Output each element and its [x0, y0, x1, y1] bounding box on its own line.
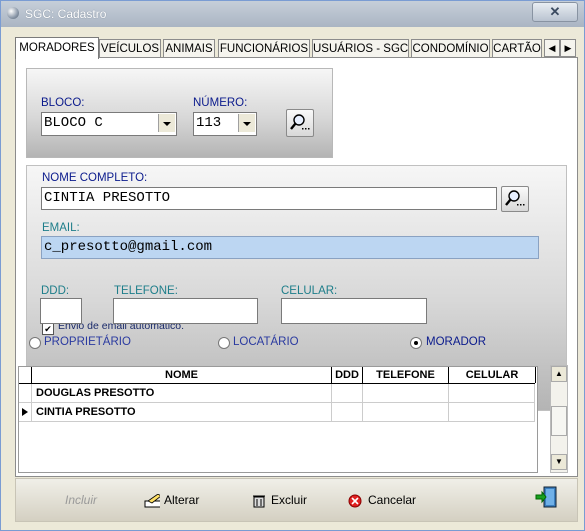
- radio-proprietario-label[interactable]: PROPRIETÁRIO: [44, 336, 131, 348]
- numero-value: 113: [196, 115, 222, 131]
- col-ddd[interactable]: DDD: [332, 367, 363, 383]
- col-telefone[interactable]: TELEFONE: [363, 367, 449, 383]
- grid-scrollbar[interactable]: ▲ ▼: [550, 365, 568, 473]
- numero-select[interactable]: 113: [193, 112, 257, 136]
- table-row[interactable]: CINTIA PRESOTTO: [19, 403, 535, 422]
- bloco-value: BLOCO C: [44, 115, 103, 131]
- incluir-label: Incluir: [65, 493, 98, 507]
- nome-value: CINTIA PRESOTTO: [44, 190, 171, 206]
- edit-icon: [144, 493, 160, 508]
- cell-celular[interactable]: [449, 384, 535, 402]
- incluir-button[interactable]: Incluir: [65, 489, 97, 511]
- search-nome-button[interactable]: [501, 186, 529, 212]
- exit-door-icon: [535, 486, 557, 508]
- search-icon: [290, 114, 310, 130]
- chevron-down-icon[interactable]: [158, 114, 175, 132]
- cell-ddd[interactable]: [332, 403, 363, 421]
- cell-telefone[interactable]: [363, 403, 449, 421]
- excluir-button[interactable]: Excluir: [251, 489, 307, 511]
- nome-field[interactable]: CINTIA PRESOTTO: [41, 187, 497, 210]
- cancelar-label: Cancelar: [368, 493, 417, 507]
- email-field[interactable]: c_presotto@gmail.com: [41, 236, 539, 259]
- tab-animais[interactable]: ANIMAIS: [163, 39, 215, 58]
- tab-scroll-right-icon[interactable]: ▶: [560, 39, 576, 57]
- excluir-label: Excluir: [271, 493, 308, 507]
- app-icon: [7, 7, 19, 19]
- close-button[interactable]: ✕: [532, 2, 578, 22]
- search-button[interactable]: [286, 109, 314, 137]
- tab-strip: MORADORES VEÍCULOS ANIMAIS FUNCIONÁRIOS …: [15, 37, 577, 59]
- tab-scroll-left-icon[interactable]: ◀: [544, 39, 560, 57]
- trash-icon: [253, 495, 265, 508]
- scroll-down-icon[interactable]: ▼: [551, 454, 567, 470]
- action-bar: Incluir Alterar Excluir Cancelar: [15, 478, 578, 522]
- bloco-label: BLOCO:: [41, 97, 85, 109]
- grid-header: NOME DDD TELEFONE CELULAR: [19, 367, 536, 384]
- celular-label: CELULAR:: [281, 285, 338, 297]
- filter-box: BLOCO: BLOCO C NÚMERO: 113: [26, 68, 333, 158]
- radio-proprietario[interactable]: [29, 337, 41, 349]
- cell-nome[interactable]: DOUGLAS PRESOTTO: [32, 384, 332, 402]
- radio-morador[interactable]: [410, 337, 422, 349]
- cell-celular[interactable]: [449, 403, 535, 421]
- chevron-down-icon[interactable]: [238, 114, 255, 132]
- window-title: SGC: Cadastro: [25, 7, 107, 21]
- tab-veiculos[interactable]: VEÍCULOS: [99, 39, 161, 58]
- row-indicator: [19, 384, 32, 402]
- telefone-label: TELEFONE:: [114, 285, 178, 297]
- cell-ddd[interactable]: [332, 384, 363, 402]
- tab-cartao[interactable]: CARTÃO: [492, 39, 542, 58]
- moradores-grid: NOME DDD TELEFONE CELULAR DOUGLAS PRESOT…: [18, 366, 538, 473]
- bloco-select[interactable]: BLOCO C: [41, 112, 177, 136]
- telefone-field[interactable]: [113, 298, 258, 324]
- col-nome[interactable]: NOME: [32, 367, 332, 383]
- email-label: EMAIL:: [42, 222, 80, 234]
- scroll-up-icon[interactable]: ▲: [551, 366, 567, 382]
- tab-condominio[interactable]: CONDOMÍNIO: [411, 39, 490, 58]
- title-bar: SGC: Cadastro ✕: [1, 1, 584, 27]
- col-celular[interactable]: CELULAR: [449, 367, 536, 383]
- radio-morador-label[interactable]: MORADOR: [426, 336, 486, 348]
- ddd-field[interactable]: [40, 298, 82, 324]
- search-icon: [505, 190, 525, 206]
- nome-label: NOME COMPLETO:: [42, 172, 148, 184]
- radio-locatario-label[interactable]: LOCATÁRIO: [233, 336, 299, 348]
- moradores-panel: BLOCO: BLOCO C NÚMERO: 113 NOME COMPLETO…: [15, 57, 578, 477]
- cancelar-button[interactable]: Cancelar: [348, 489, 416, 511]
- radio-locatario[interactable]: [218, 337, 230, 349]
- email-value: c_presotto@gmail.com: [44, 239, 213, 255]
- cadastro-window: SGC: Cadastro ✕ MORADORES VEÍCULOS ANIMA…: [0, 0, 585, 531]
- email-auto-checkbox[interactable]: ✔: [42, 323, 54, 335]
- tab-moradores[interactable]: MORADORES: [15, 37, 99, 59]
- cell-telefone[interactable]: [363, 384, 449, 402]
- exit-button[interactable]: [534, 485, 558, 508]
- alterar-button[interactable]: Alterar: [144, 489, 199, 511]
- scroll-thumb[interactable]: [551, 406, 567, 436]
- tab-funcionarios[interactable]: FUNCIONÁRIOS: [218, 39, 310, 58]
- grid-indicator-header: [19, 367, 32, 383]
- ddd-label: DDD:: [41, 285, 70, 297]
- numero-label: NÚMERO:: [193, 97, 248, 109]
- tab-usuarios[interactable]: USUÁRIOS - SGC: [312, 39, 409, 58]
- alterar-label: Alterar: [164, 493, 200, 507]
- table-row[interactable]: DOUGLAS PRESOTTO: [19, 384, 535, 403]
- celular-field[interactable]: [281, 298, 427, 324]
- row-pointer-icon: [19, 403, 32, 421]
- cancel-icon: [348, 494, 362, 508]
- cell-nome[interactable]: CINTIA PRESOTTO: [32, 403, 332, 421]
